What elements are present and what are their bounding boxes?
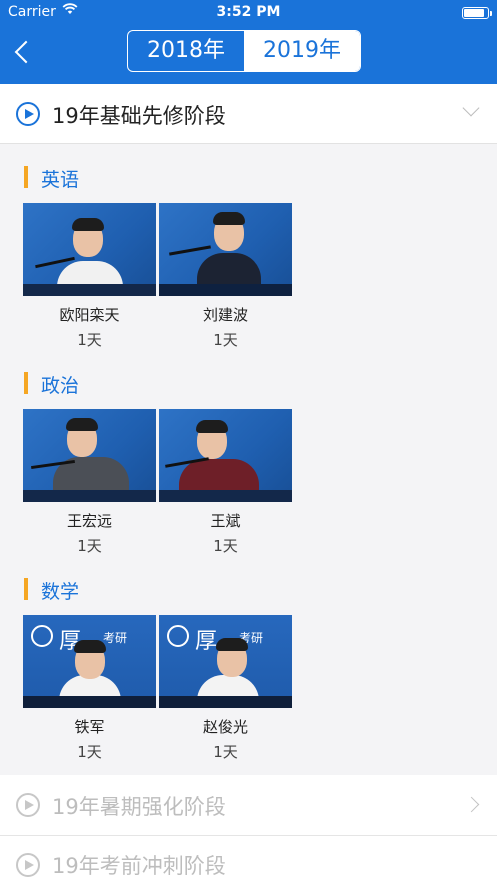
- teacher-duration: 1天: [77, 743, 102, 761]
- subject-name: 政治: [41, 375, 80, 397]
- stage-header-foundation[interactable]: 19年基础先修阶段: [0, 84, 497, 144]
- play-circle-icon: [16, 853, 40, 877]
- subject-name: 英语: [41, 169, 80, 191]
- segment-2019[interactable]: 2019年: [244, 31, 360, 71]
- teacher-duration: 1天: [213, 331, 238, 349]
- teacher-name: 铁军: [74, 718, 105, 736]
- teacher-card[interactable]: 欧阳栾天 1天: [23, 203, 156, 353]
- play-circle-icon: [16, 793, 40, 817]
- subject-accent-bar: [24, 166, 28, 188]
- play-circle-icon: [16, 102, 40, 126]
- stage-title: 19年暑期强化阶段: [52, 795, 226, 819]
- brand-logo-icon: [167, 625, 189, 647]
- teacher-card[interactable]: 王斌 1天: [159, 409, 292, 559]
- teacher-card[interactable]: 厚 考研 赵俊光 1天: [159, 615, 292, 765]
- subject-accent-bar: [24, 578, 28, 600]
- brand-logo-text: 厚: [195, 629, 218, 654]
- battery-icon: [462, 7, 492, 19]
- video-thumbnail: [159, 409, 292, 502]
- brand-logo-icon: [31, 625, 53, 647]
- video-thumbnail: [23, 203, 156, 296]
- status-bar: Carrier 3:52 PM: [0, 0, 497, 26]
- battery-level: [464, 9, 484, 17]
- video-thumbnail: 厚 考研: [159, 615, 292, 708]
- stage-title: 19年基础先修阶段: [52, 104, 226, 128]
- teacher-name: 王斌: [210, 512, 241, 530]
- teacher-name: 刘建波: [202, 306, 248, 324]
- teacher-duration: 1天: [213, 743, 238, 761]
- clock: 3:52 PM: [216, 4, 281, 20]
- teacher-card[interactable]: 刘建波 1天: [159, 203, 292, 353]
- video-thumbnail: [159, 203, 292, 296]
- teacher-duration: 1天: [77, 331, 102, 349]
- year-segmented-control[interactable]: 2018年 2019年: [127, 30, 361, 72]
- stage-row-final[interactable]: 19年考前冲刺阶段: [0, 835, 497, 883]
- navigation-bar: Carrier 3:52 PM 2018年 2019年: [0, 0, 497, 84]
- video-thumbnail: 厚 考研: [23, 615, 156, 708]
- segment-2018[interactable]: 2018年: [128, 31, 244, 71]
- teacher-name: 王宏远: [66, 512, 112, 530]
- subject-name: 数学: [41, 581, 80, 603]
- back-button[interactable]: [10, 36, 40, 68]
- teacher-duration: 1天: [213, 537, 238, 555]
- stage-row-summer[interactable]: 19年暑期强化阶段: [0, 775, 497, 835]
- teacher-card[interactable]: 王宏远 1天: [23, 409, 156, 559]
- teacher-name: 赵俊光: [202, 718, 248, 736]
- chevron-right-icon: [463, 796, 480, 813]
- subject-accent-bar: [24, 372, 28, 394]
- teacher-name: 欧阳栾天: [59, 306, 120, 324]
- video-thumbnail: [23, 409, 156, 502]
- teacher-duration: 1天: [77, 537, 102, 555]
- teacher-card[interactable]: 厚 考研 铁军 1天: [23, 615, 156, 765]
- chevron-down-icon: [462, 99, 480, 117]
- brand-logo-sub: 考研: [103, 631, 128, 645]
- stage-title: 19年考前冲刺阶段: [52, 854, 226, 878]
